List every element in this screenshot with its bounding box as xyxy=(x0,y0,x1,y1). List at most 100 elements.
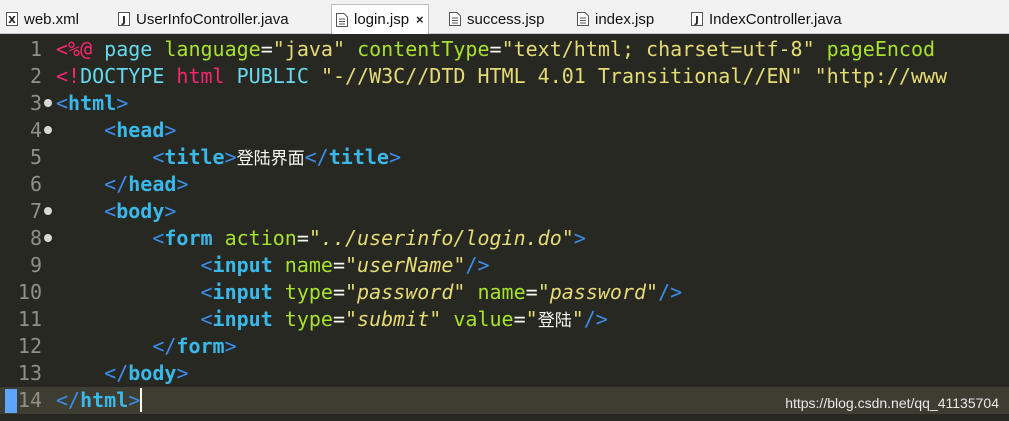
jsp-file-icon xyxy=(449,12,461,26)
code-text: </form> xyxy=(56,333,236,360)
code-token: action xyxy=(224,226,297,250)
code-token: </ xyxy=(104,172,129,196)
tab-label: IndexController.java xyxy=(709,10,842,28)
code-editor[interactable]: 1 <%@ page language="java" contentType="t… xyxy=(0,34,1009,421)
code-token: " xyxy=(525,307,538,331)
line-number: 2 xyxy=(29,64,42,88)
line-number: 6 xyxy=(29,172,42,196)
code-token: <%@ xyxy=(56,37,105,61)
code-token: html xyxy=(80,388,129,412)
close-icon[interactable]: × xyxy=(416,12,424,27)
code-token: "-//W3C//DTD HTML 4.01 Transitional//EN"… xyxy=(320,64,948,88)
code-line[interactable]: 4 <head> xyxy=(0,117,1009,144)
line-number: 11 xyxy=(17,307,42,331)
code-token: head xyxy=(128,172,177,196)
code-text: <%@ page language="java" contentType="te… xyxy=(56,36,935,63)
code-line[interactable]: 6 </head> xyxy=(0,171,1009,198)
code-token: = xyxy=(525,280,538,304)
code-token: = xyxy=(260,37,273,61)
code-token: < xyxy=(200,307,213,331)
code-token: 登陆界面 xyxy=(236,149,305,169)
tab-index-jsp[interactable]: index.jsp xyxy=(577,6,654,32)
fold-toggle-icon[interactable] xyxy=(44,99,52,107)
code-token: < xyxy=(200,253,213,277)
code-token: "java" xyxy=(272,37,358,61)
code-token: PUBLIC xyxy=(236,64,321,88)
line-number: 3 xyxy=(29,91,42,115)
fold-toggle-icon[interactable] xyxy=(44,207,52,215)
tab-label: web.xml xyxy=(24,10,80,28)
code-token: language xyxy=(164,37,261,61)
code-token: type xyxy=(284,307,333,331)
code-text: <form action="../userinfo/login.do"> xyxy=(56,225,586,252)
tab-label: success.jsp xyxy=(467,10,545,28)
code-token: /> xyxy=(658,280,683,304)
code-line[interactable]: 10 <input type="password" name="password… xyxy=(0,279,1009,306)
tab-login-jsp[interactable]: login.jsp × xyxy=(331,4,429,34)
code-text: <input name="userName"/> xyxy=(56,252,490,279)
tab-userinfocontroller-java[interactable]: J UserInfoController.java xyxy=(118,6,289,32)
code-token: value xyxy=(453,307,514,331)
code-token: "../userinfo/login.do" xyxy=(308,226,574,250)
code-token: "password" xyxy=(345,280,478,304)
code-token: > xyxy=(116,91,129,115)
code-line[interactable]: 1 <%@ page language="java" contentType="t… xyxy=(0,36,1009,63)
fold-toggle-icon[interactable] xyxy=(44,234,52,242)
java-file-icon: J xyxy=(118,12,130,26)
code-token: input xyxy=(212,307,285,331)
java-file-icon: J xyxy=(691,12,703,26)
code-token: title xyxy=(164,145,225,169)
tab-indexcontroller-java[interactable]: J IndexController.java xyxy=(691,6,842,32)
tab-success-jsp[interactable]: success.jsp xyxy=(449,6,545,32)
code-token: < xyxy=(104,118,117,142)
code-token: 登陆 xyxy=(537,311,572,331)
code-line[interactable]: 2 <!DOCTYPE html PUBLIC "-//W3C//DTD HTML… xyxy=(0,63,1009,90)
code-line[interactable]: 11 <input type="submit" value="登陆"/> xyxy=(0,306,1009,333)
code-token: = xyxy=(332,307,346,331)
code-token: = xyxy=(513,307,526,331)
code-token: > xyxy=(176,361,189,385)
tab-label: UserInfoController.java xyxy=(136,10,289,28)
code-line[interactable]: 12 </form> xyxy=(0,333,1009,360)
code-token: < xyxy=(152,145,165,169)
line-number: 9 xyxy=(29,253,42,277)
code-token: < xyxy=(200,280,213,304)
code-line[interactable]: 9 <input name="userName"/> xyxy=(0,252,1009,279)
code-token: > xyxy=(388,145,401,169)
code-token: = xyxy=(489,37,502,61)
line-number: 14 xyxy=(17,388,42,412)
code-token: > xyxy=(128,388,141,412)
code-token: > xyxy=(176,172,189,196)
code-token: > xyxy=(164,118,177,142)
code-token: </ xyxy=(56,388,81,412)
line-number: 8 xyxy=(29,226,42,250)
xml-file-icon: X xyxy=(6,12,18,26)
code-token: = xyxy=(332,280,346,304)
fold-toggle-icon[interactable] xyxy=(44,126,52,134)
code-text: <input type="submit" value="登陆"/> xyxy=(56,306,608,335)
code-token: head xyxy=(116,118,165,142)
code-token: <! xyxy=(56,64,81,88)
code-token: "userName" xyxy=(345,253,466,277)
code-line[interactable]: 13 </body> xyxy=(0,360,1009,387)
code-text: <title>登陆界面</title> xyxy=(56,144,401,173)
code-token: "password" xyxy=(537,280,659,304)
code-line[interactable]: 7 <body> xyxy=(0,198,1009,225)
code-token: name xyxy=(284,253,333,277)
tab-web-xml[interactable]: X web.xml xyxy=(6,6,79,32)
code-token: pageEncod xyxy=(826,37,936,61)
code-line[interactable]: 3 <html> xyxy=(0,90,1009,117)
code-token: </ xyxy=(104,361,129,385)
line-number: 1 xyxy=(29,37,42,61)
code-token: > xyxy=(573,226,586,250)
code-token: </ xyxy=(152,334,177,358)
code-text: <html> xyxy=(56,90,128,117)
code-line[interactable]: 5 <title>登陆界面</title> xyxy=(0,144,1009,171)
line-number: 13 xyxy=(17,361,42,385)
code-line[interactable]: 8 <form action="../userinfo/login.do"> xyxy=(0,225,1009,252)
